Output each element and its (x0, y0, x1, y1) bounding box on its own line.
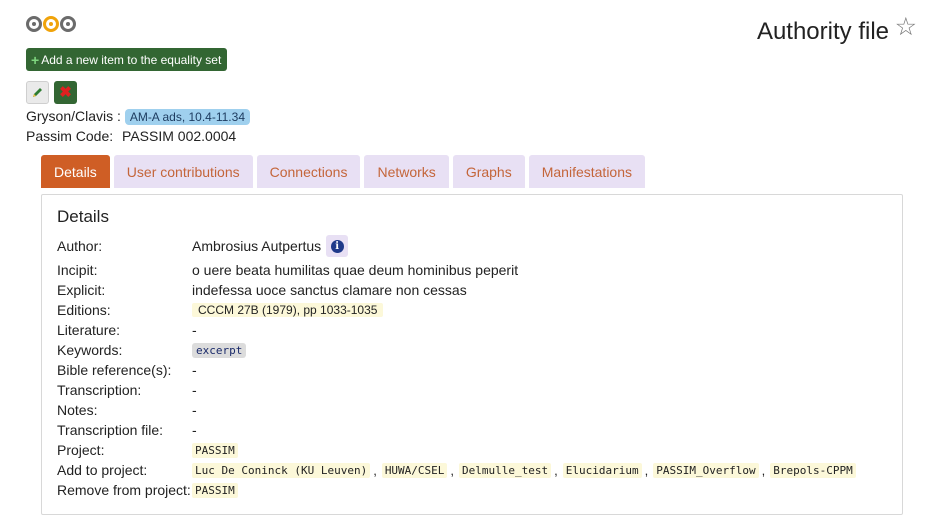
editions-label: Editions: (57, 302, 111, 318)
add-project-item[interactable]: Brepols-CPPM (770, 462, 856, 478)
tab-bar: Details User contributions Connections N… (41, 155, 646, 188)
close-icon: ✖ (59, 84, 72, 101)
project-separator: , (373, 462, 377, 478)
tab-connections[interactable]: Connections (256, 155, 361, 188)
keyword-badge[interactable]: excerpt (192, 342, 247, 358)
pencil-icon (33, 88, 42, 97)
explicit-row: Explicit: indefessa uoce sanctus clamare… (57, 280, 467, 300)
tab-graphs[interactable]: Graphs (452, 155, 525, 188)
remove-from-project-row: Remove from project: PASSIM (57, 480, 238, 500)
literature-row: Literature: - (57, 320, 197, 340)
incipit-row: Incipit: o uere beata humilitas quae deu… (57, 260, 518, 280)
project-row: Project: PASSIM (57, 440, 238, 460)
details-panel: Details Author: Ambrosius Autpertus i In… (41, 194, 903, 515)
project-separator: , (554, 462, 558, 478)
page-title: Authority file (756, 18, 889, 45)
project-separator: , (450, 462, 455, 478)
logo-ring-left (26, 16, 42, 32)
editions-row: Editions: CCCM 27B (1979), pp 1033-1035 (57, 300, 384, 320)
project-separator: , (761, 462, 766, 478)
author-row: Author: Ambrosius Autpertus i (57, 235, 349, 257)
transcription-label: Transcription: (57, 382, 142, 398)
tab-user-contributions[interactable]: User contributions (113, 155, 253, 188)
remove-from-project-label: Remove from project: (57, 482, 191, 498)
gryson-label: Gryson/Clavis : (26, 108, 121, 124)
edit-button[interactable] (26, 81, 49, 104)
add-equality-item-button[interactable]: + Add a new item to the equality set (26, 48, 228, 71)
project-label: Project: (57, 442, 105, 458)
passim-code: PASSIM 002.0004 (122, 128, 237, 144)
bible-label: Bible reference(s): (57, 362, 172, 378)
project-badge: PASSIM (192, 442, 238, 458)
bible-value: - (192, 362, 197, 378)
author-info-button[interactable]: i (326, 235, 349, 257)
add-to-project-row: Add to project: Luc De Coninck (KU Leuve… (57, 460, 856, 480)
transcription-file-row: Transcription file: - (57, 420, 197, 440)
transcription-file-value: - (192, 422, 197, 438)
star-outline-icon[interactable]: ☆ (895, 15, 917, 40)
tab-manifestations[interactable]: Manifestations (528, 155, 646, 188)
add-project-item[interactable]: PASSIM_Overflow (653, 462, 759, 478)
project-separator: , (644, 462, 649, 478)
bible-row: Bible reference(s): - (57, 360, 197, 380)
literature-label: Literature: (57, 322, 121, 338)
gryson-badge[interactable]: AM-A ads, 10.4-11.34 (124, 109, 250, 125)
app-logo[interactable] (26, 16, 76, 32)
gryson-clavis-line: Gryson/Clavis : AM-A ads, 10.4-11.34 (26, 108, 250, 125)
transcription-row: Transcription: - (57, 380, 197, 400)
remove-project-item[interactable]: PASSIM (192, 482, 238, 498)
keywords-row: Keywords: excerpt (57, 340, 247, 360)
transcription-value: - (192, 382, 197, 398)
tab-details[interactable]: Details (41, 155, 110, 188)
logo-ring-right (60, 16, 76, 32)
plus-icon: + (31, 51, 40, 68)
explicit-value: indefessa uoce sanctus clamare non cessa… (192, 282, 467, 298)
passim-label: Passim Code: (26, 128, 114, 144)
notes-label: Notes: (57, 402, 98, 418)
transcription-file-label: Transcription file: (57, 422, 164, 438)
logo-ring-middle (43, 16, 59, 32)
details-title: Details (57, 207, 109, 226)
incipit-label: Incipit: (57, 262, 98, 278)
keywords-label: Keywords: (57, 342, 123, 358)
literature-value: - (192, 322, 197, 338)
passim-code-line: Passim Code: PASSIM 002.0004 (26, 128, 236, 144)
explicit-label: Explicit: (57, 282, 106, 298)
add-equality-item-label: Add a new item to the equality set (41, 52, 222, 67)
add-to-project-label: Add to project: (57, 462, 148, 478)
tab-networks[interactable]: Networks (364, 155, 449, 188)
author-value: Ambrosius Autpertus (192, 238, 322, 254)
incipit-value: o uere beata humilitas quae deum hominib… (192, 262, 519, 278)
add-project-item[interactable]: HUWA/CSEL (381, 462, 448, 478)
add-project-item[interactable]: Luc De Coninck (KU Leuven) (192, 462, 371, 478)
add-project-item[interactable]: Elucidarium (562, 462, 642, 478)
info-icon: i (330, 239, 344, 253)
notes-row: Notes: - (57, 400, 197, 420)
author-label: Author: (57, 238, 103, 254)
notes-value: - (192, 402, 197, 418)
delete-button[interactable]: ✖ (54, 81, 77, 104)
add-project-item[interactable]: Delmulle_test (459, 462, 552, 478)
edition-link[interactable]: CCCM 27B (1979), pp 1033-1035 (192, 303, 384, 317)
